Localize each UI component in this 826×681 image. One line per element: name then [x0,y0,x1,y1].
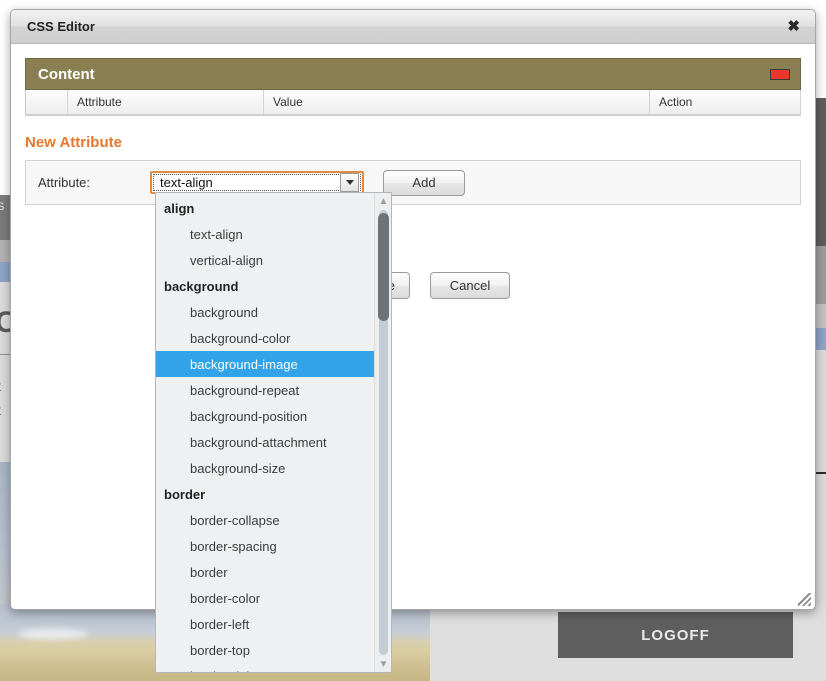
attribute-select-value: text-align [160,175,213,190]
attributes-table: Attribute Value Action [25,90,801,116]
background-dark-bar-text: S [0,201,5,213]
dropdown-option[interactable]: border-collapse [156,507,374,533]
table-header-row: Attribute Value Action [25,90,801,116]
attribute-field-label: Attribute: [38,175,91,190]
new-attribute-heading: New Attribute [25,134,122,151]
dropdown-option[interactable]: border [156,559,374,585]
dropdown-option[interactable]: background-position [156,403,374,429]
column-header-select [25,90,68,116]
content-panel-title: Content [38,65,95,83]
dropdown-option[interactable]: background [156,299,374,325]
resize-grip-icon[interactable] [798,593,811,606]
column-header-attribute: Attribute [67,90,264,116]
dropdown-option[interactable]: border-top [156,637,374,663]
chevron-down-glyph [345,180,354,185]
chevron-up-icon[interactable]: ▲ [375,193,392,209]
dropdown-options: align text-align vertical-align background b… [156,193,374,672]
minimize-icon[interactable] [770,68,790,80]
dropdown-scroll-thumb[interactable] [378,213,389,321]
close-icon[interactable]: ✖ [784,17,803,36]
cancel-button[interactable]: Cancel [430,272,510,299]
dialog-title: CSS Editor [27,19,95,34]
dropdown-group-label: background [164,278,239,294]
attribute-dropdown-list[interactable]: align text-align vertical-align background b… [155,192,392,673]
dropdown-option[interactable]: vertical-align [156,247,374,273]
chevron-down-icon[interactable] [340,173,359,192]
dropdown-option[interactable]: background-size [156,455,374,481]
attribute-select-inner: text-align [153,173,361,192]
background-text-line-1: t [0,378,1,394]
dropdown-group-label: border [164,486,206,502]
dropdown-option[interactable]: background-repeat [156,377,374,403]
dropdown-option[interactable]: border-right [156,663,374,673]
logoff-button[interactable]: LOGOFF [558,612,793,658]
new-attribute-form: Attribute: text-align Add [25,160,801,205]
dropdown-option[interactable]: text-align [156,221,374,247]
dropdown-scrollbar[interactable]: ▲ ▼ [374,193,391,672]
add-button[interactable]: Add [383,169,465,196]
dropdown-group-label: align [164,200,195,216]
content-panel-header: Content [25,58,801,90]
column-header-action: Action [649,90,801,116]
dropdown-option[interactable]: border-left [156,611,374,637]
css-editor-dialog: CSS Editor ✖ Content Attribute Value Act… [10,9,816,610]
dialog-titlebar[interactable]: CSS Editor ✖ [11,10,815,44]
background-text-line-2: t [0,402,1,418]
attribute-select[interactable]: text-align [150,171,364,194]
dropdown-option[interactable]: border-color [156,585,374,611]
dropdown-option[interactable]: border-spacing [156,533,374,559]
dropdown-option[interactable]: background-color [156,325,374,351]
dialog-body: Content Attribute Value Action New Attri… [11,44,815,610]
chevron-down-icon[interactable]: ▼ [375,656,392,672]
dropdown-option[interactable]: background-image [156,351,374,377]
dropdown-option[interactable]: background-attachment [156,429,374,455]
column-header-value: Value [263,90,650,116]
